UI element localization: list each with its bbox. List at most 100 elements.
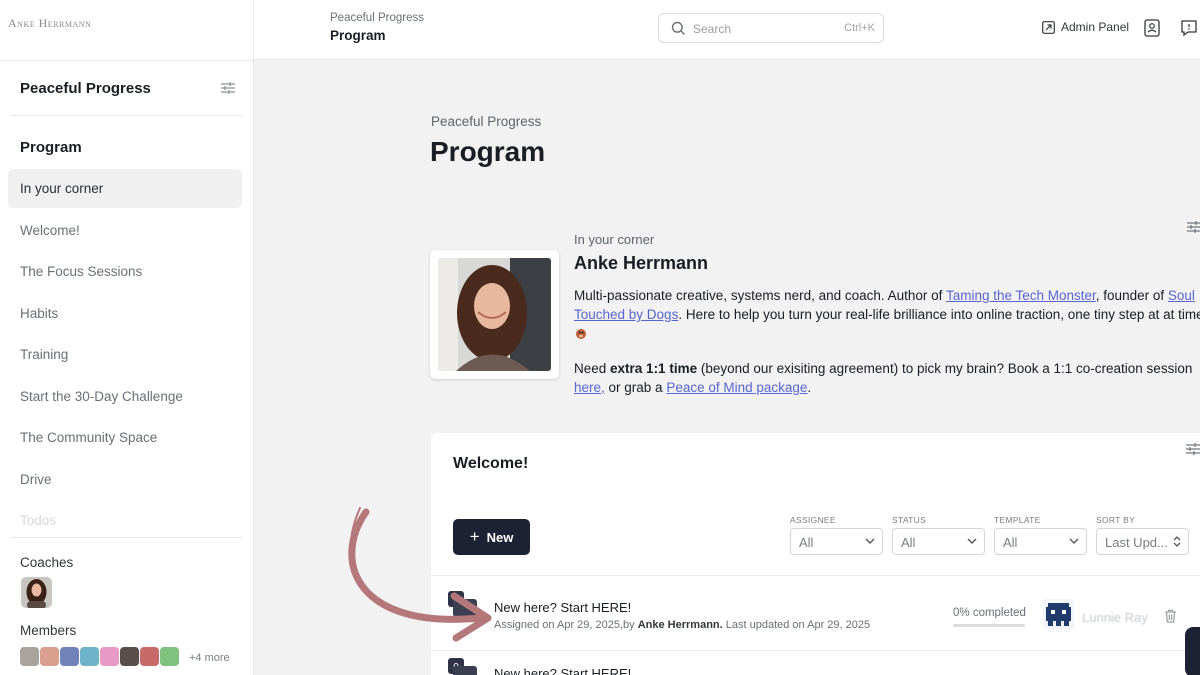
- brand-logo[interactable]: Anke Herrmann: [8, 16, 91, 31]
- coach-photo: [430, 250, 559, 379]
- page-subtitle: Peaceful Progress: [431, 114, 542, 129]
- nav-item-30-day-challenge[interactable]: Start the 30-Day Challenge: [8, 377, 242, 419]
- booking-emphasis: extra 1:1 time: [610, 361, 698, 376]
- bio-text: , founder of: [1095, 288, 1168, 303]
- members-avatars[interactable]: +4 more: [19, 645, 230, 667]
- booking-text-part: Need: [574, 361, 611, 376]
- member-avatar[interactable]: [39, 645, 60, 667]
- assignee-filter[interactable]: ASSIGNEE All: [790, 515, 883, 555]
- chevron-down-icon: [865, 538, 875, 544]
- member-avatar[interactable]: [59, 645, 80, 667]
- divider: [10, 537, 242, 538]
- trash-icon[interactable]: [1164, 609, 1177, 623]
- assignee-name: Lunnie Ray: [1082, 610, 1148, 625]
- filter-value: All: [901, 535, 916, 550]
- member-avatar[interactable]: [19, 645, 40, 667]
- task-title[interactable]: New here? Start HERE!: [494, 600, 631, 615]
- coach-bio: Multi-passionate creative, systems nerd,…: [574, 286, 1200, 343]
- corner-card-label: In your corner: [574, 232, 655, 247]
- progress-label: 0% completed: [953, 607, 1026, 619]
- nav-item-community-space[interactable]: The Community Space: [8, 418, 242, 460]
- member-avatar[interactable]: [99, 645, 120, 667]
- chevron-down-icon: [967, 538, 977, 544]
- template-select[interactable]: All: [994, 528, 1087, 555]
- admin-panel-link[interactable]: Admin Panel: [1042, 20, 1129, 34]
- coaches-label: Coaches: [20, 555, 74, 570]
- coach-avatar[interactable]: [21, 577, 52, 608]
- chevron-down-icon: [1069, 538, 1079, 544]
- booking-text-part: .: [807, 380, 812, 395]
- search-placeholder: Search: [693, 22, 732, 36]
- task-meta: Assigned on Apr 29, 2025,by Anke Herrman…: [494, 619, 870, 631]
- floating-action-button[interactable]: [1185, 627, 1200, 675]
- status-filter[interactable]: STATUS All: [892, 515, 985, 555]
- dog-emoji-icon: [576, 329, 586, 339]
- divider: [431, 650, 1200, 651]
- coach-name: Anke Herrmann: [574, 253, 709, 273]
- task-meta-text: Last updated on Apr 29, 2025: [722, 619, 871, 631]
- chat-icon[interactable]: [1180, 19, 1198, 37]
- status-select[interactable]: All: [892, 528, 985, 555]
- peace-of-mind-link[interactable]: Peace of Mind package: [666, 380, 807, 395]
- booking-text: Need extra 1:1 time (beyond our exisitin…: [574, 359, 1200, 397]
- task-title[interactable]: New here? Start HERE!: [494, 666, 631, 675]
- page-title: Program: [430, 136, 546, 167]
- task-stack-icon[interactable]: 0: [447, 658, 479, 675]
- annotation-arrow: [348, 507, 492, 642]
- filter-label: STATUS: [892, 515, 927, 525]
- bio-text: Multi-passionate creative, systems nerd,…: [574, 288, 946, 303]
- sliders-icon[interactable]: [220, 81, 236, 95]
- divider: [0, 60, 254, 61]
- breadcrumb-current: Program: [330, 28, 386, 43]
- member-avatar[interactable]: [159, 645, 180, 667]
- member-avatar[interactable]: [79, 645, 100, 667]
- external-link-icon: [1042, 20, 1055, 34]
- top-bar: Peaceful Progress Program Search Ctrl+K …: [254, 0, 1200, 60]
- filter-label: TEMPLATE: [994, 515, 1041, 525]
- filter-label: ASSIGNEE: [790, 515, 836, 525]
- task-meta-text: Assigned on Apr 29, 2025,by: [494, 619, 638, 631]
- book-session-link[interactable]: here,: [574, 380, 605, 395]
- member-avatar[interactable]: [139, 645, 160, 667]
- sidebar: Anke Herrmann Peaceful Progress Program …: [0, 0, 254, 675]
- member-avatar[interactable]: [119, 645, 140, 667]
- assignee-select[interactable]: All: [790, 528, 883, 555]
- filter-label: SORT BY: [1096, 515, 1136, 525]
- booking-text-part: or grab a: [604, 380, 667, 395]
- filter-value: Last Upd...: [1105, 535, 1168, 550]
- sort-arrows-icon: [1173, 536, 1181, 547]
- contact-card-icon[interactable]: [1144, 19, 1160, 37]
- nav-item-welcome[interactable]: Welcome!: [8, 211, 242, 253]
- welcome-card: Welcome! + New ASSIGNEE All STATUS All T…: [431, 433, 1200, 675]
- nav-item-in-your-corner[interactable]: In your corner: [8, 169, 242, 208]
- sort-select[interactable]: Last Upd...: [1096, 528, 1189, 555]
- search-icon: [671, 21, 685, 35]
- filter-value: All: [1003, 535, 1018, 550]
- nav-item-drive[interactable]: Drive: [8, 460, 242, 502]
- nav-item-habits[interactable]: Habits: [8, 294, 242, 336]
- search-input[interactable]: Search Ctrl+K: [658, 13, 884, 43]
- search-shortcut: Ctrl+K: [844, 22, 875, 34]
- sliders-icon[interactable]: [1185, 442, 1200, 456]
- breadcrumb-parent[interactable]: Peaceful Progress: [330, 12, 424, 24]
- progress-bar: [953, 624, 1025, 627]
- bio-text: . Here to help you turn your real-life b…: [678, 307, 1200, 322]
- divider: [431, 575, 1200, 576]
- admin-panel-label: Admin Panel: [1061, 20, 1130, 34]
- task-author: Anke Herrmann.: [637, 619, 723, 631]
- sliders-icon[interactable]: [1186, 220, 1200, 234]
- assignee-avatar[interactable]: [1043, 599, 1074, 630]
- template-filter[interactable]: TEMPLATE All: [994, 515, 1087, 555]
- nav-list: In your corner Welcome! The Focus Sessio…: [8, 169, 242, 543]
- taming-tech-monster-link[interactable]: Taming the Tech Monster: [946, 288, 1096, 303]
- nav-item-focus-sessions[interactable]: The Focus Sessions: [8, 252, 242, 294]
- nav-item-training[interactable]: Training: [8, 335, 242, 377]
- coach-portrait: [438, 258, 551, 371]
- booking-text-part: (beyond our exisiting agreement) to pick…: [697, 361, 1193, 376]
- members-label: Members: [20, 623, 77, 638]
- nav-heading-program[interactable]: Program: [20, 139, 82, 156]
- more-members-link[interactable]: +4 more: [189, 652, 230, 664]
- divider: [10, 115, 242, 116]
- space-name: Peaceful Progress: [20, 80, 151, 97]
- sort-by-filter[interactable]: SORT BY Last Upd...: [1096, 515, 1189, 555]
